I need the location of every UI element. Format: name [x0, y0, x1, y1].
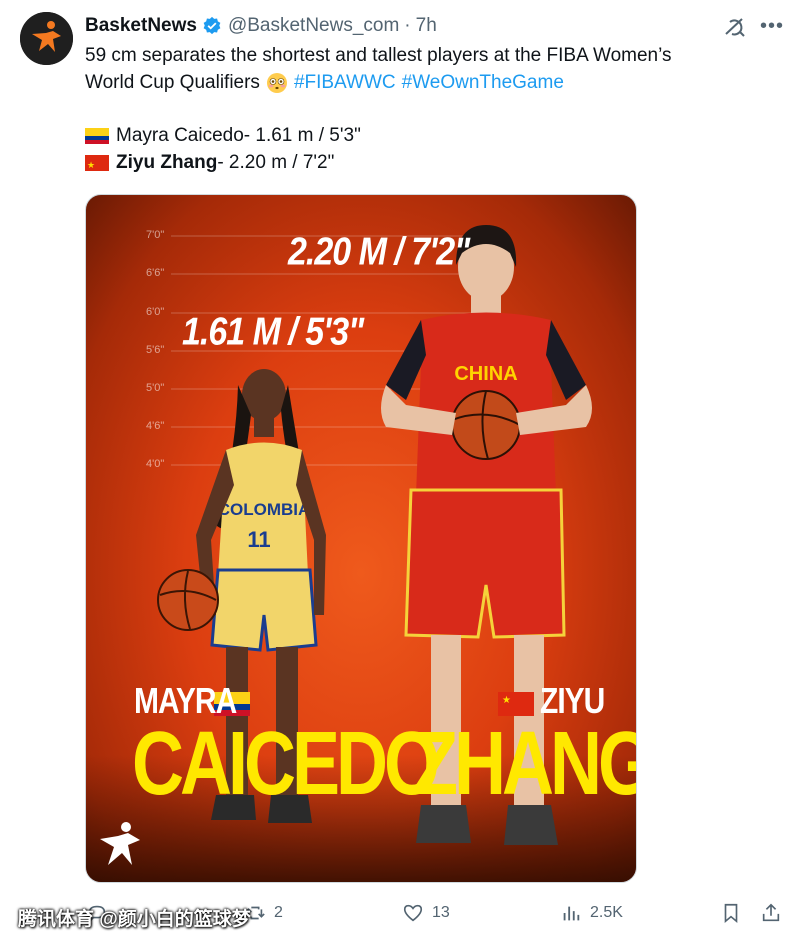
post-text: 59 cm separates the shortest and tallest… [85, 42, 775, 176]
post-header: BasketNews @BasketNews_com · 7h [85, 13, 437, 39]
china-flag-icon [85, 154, 109, 171]
like-button[interactable]: 13 [402, 898, 450, 928]
player-line-1: Mayra Caicedo - 1.61 m / 5'3" [85, 122, 775, 149]
display-name[interactable]: BasketNews [85, 15, 197, 37]
hashtag-fibawwc[interactable]: #FIBAWWC [294, 69, 396, 96]
share-button[interactable] [760, 898, 782, 928]
tick-7-0: 7'0" [146, 229, 165, 241]
tick-4-0: 4'0" [146, 458, 165, 470]
tick-6-0: 6'0" [146, 306, 165, 318]
left-jersey-team: COLOMBIA [218, 500, 311, 519]
bookmark-icon [724, 903, 738, 924]
share-icon [762, 903, 780, 922]
repost-count: 2 [274, 904, 283, 921]
player1-height: - 1.61 m / 5'3" [243, 125, 361, 146]
views-chart-icon [563, 906, 580, 921]
player2-height: - 2.20 m / 7'2" [217, 152, 335, 173]
tick-5-0: 5'0" [146, 382, 165, 394]
views-count: 2.5K [590, 904, 623, 921]
text-line-1: 59 cm separates the shortest and tallest… [85, 45, 672, 66]
avatar[interactable] [20, 12, 73, 65]
text-line-2: World Cup Qualifiers #FIBAWWC #WeOwnTheG… [85, 69, 775, 96]
tall-height-label: 2.20 M / 7'2" [288, 230, 470, 274]
more-options-icon[interactable]: ••• [760, 16, 784, 36]
flushed-face-emoji-icon [266, 72, 287, 93]
grok-icon[interactable] [722, 14, 748, 40]
short-height-label: 1.61 M / 5'3" [182, 310, 364, 354]
player-line-2: Ziyu Zhang - 2.20 m / 7'2" [85, 149, 775, 176]
handle[interactable]: @BasketNews_com [228, 15, 399, 37]
heart-icon [403, 904, 423, 922]
separator-dot: · [404, 15, 411, 36]
watermark-text: 腾讯体育 @颜小白的篮球梦 [18, 909, 251, 930]
post-image[interactable]: COLOMBIA 11 CHINA ★ 7'0" 6'6" 6'0" 5'6" … [85, 194, 637, 883]
left-last-name: CAICEDO [132, 714, 440, 814]
text-line-2-content: World Cup Qualifiers [85, 72, 260, 93]
colombia-flag-icon [85, 127, 109, 144]
left-jersey-number: 11 [247, 527, 270, 552]
tick-4-6: 4'6" [146, 420, 165, 432]
tick-5-6: 5'6" [146, 344, 165, 356]
tick-6-6: 6'6" [146, 267, 165, 279]
svg-text:★: ★ [502, 695, 511, 706]
player1-name: Mayra Caicedo [116, 125, 244, 146]
timestamp[interactable]: 7h [416, 15, 437, 37]
views-button[interactable]: 2.5K [560, 898, 623, 928]
right-jersey-team: CHINA [454, 363, 517, 385]
player2-name: Ziyu Zhang [116, 152, 218, 173]
bookmark-button[interactable] [720, 898, 742, 928]
basketnews-logo-icon [20, 12, 73, 65]
right-last-name: ZHANG [414, 714, 637, 814]
like-count: 13 [432, 904, 450, 921]
hashtag-weownthegame[interactable]: #WeOwnTheGame [402, 69, 564, 96]
verified-badge-icon [203, 16, 221, 35]
